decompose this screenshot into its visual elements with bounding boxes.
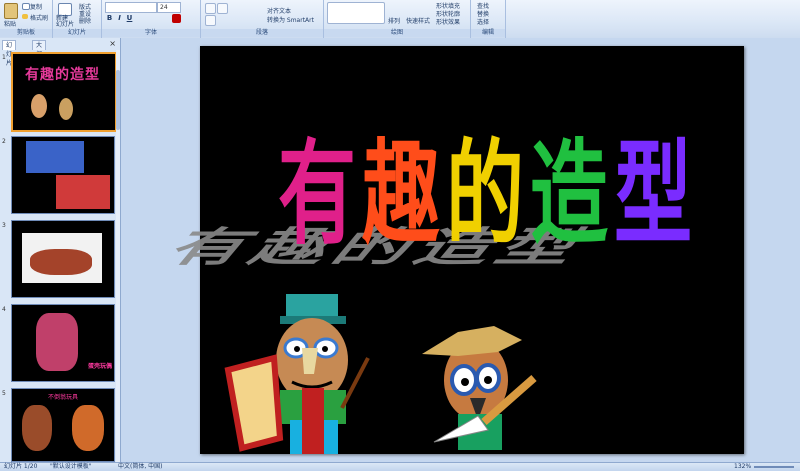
title-char: 的 <box>446 130 531 261</box>
thumbnail-caption: 蛋壳玩偶 <box>88 363 113 370</box>
ribbon-group-label: 字体 <box>102 29 200 37</box>
ribbon-group-label: 剪贴板 <box>0 29 52 37</box>
shape-effects-button[interactable]: 形状效果 <box>436 17 460 26</box>
title-char: 有 <box>278 130 363 261</box>
slide-canvas[interactable]: 有趣的造型 有趣的造型 <box>156 46 744 456</box>
slide-thumbnail-2[interactable] <box>11 136 115 214</box>
slide-thumbnail-3[interactable] <box>11 220 115 298</box>
title-char: 型 <box>614 130 699 261</box>
tab-slides[interactable]: 幻灯片 <box>2 40 17 67</box>
photo-image <box>22 405 52 451</box>
smartart-button[interactable]: 转换为 SmartArt <box>267 15 314 24</box>
slide-editor: 有趣的造型 有趣的造型 <box>121 38 800 462</box>
slide-number: 2 <box>2 138 6 145</box>
delete-button[interactable]: 删除 <box>79 16 91 25</box>
paste-button[interactable]: 粘贴 <box>4 19 16 28</box>
arrange-button[interactable]: 排列 <box>388 16 400 25</box>
slide-thumbnail-5[interactable]: 不倒翁玩具 <box>11 388 115 462</box>
quick-styles-button[interactable]: 快速样式 <box>406 16 430 25</box>
ribbon: 粘贴 复制 格式刷 剪贴板 新建 幻灯片 版式 重设 删除 幻灯片 24 B I… <box>0 0 800 39</box>
font-color-icon[interactable] <box>172 14 181 23</box>
thumbnail-scrollbar[interactable] <box>116 50 120 462</box>
bullets-icon[interactable] <box>205 3 216 14</box>
slide-number: 1 <box>2 54 6 61</box>
photo-image <box>56 175 110 209</box>
format-painter-icon <box>22 14 28 19</box>
slides-panel: 幻灯片 大纲 × 1 有趣的造型 2 3 4 蛋壳玩偶 5 不倒翁玩具 <box>0 38 121 462</box>
new-slide-button[interactable]: 新建 幻灯片 <box>56 16 74 28</box>
egg-figure-image <box>59 98 73 120</box>
thumbnail-title: 有趣的造型 <box>25 67 100 83</box>
slide-thumbnail-1[interactable]: 有趣的造型 <box>11 52 117 132</box>
ribbon-group-label: 幻灯片 <box>53 29 101 37</box>
ribbon-group-paragraph: 对齐文本 转换为 SmartArt 段落 <box>201 0 324 38</box>
ribbon-group-editing: 查找 替换 选择 编辑 <box>471 0 506 38</box>
paste-icon[interactable] <box>4 3 18 19</box>
bold-button[interactable]: B <box>105 14 114 23</box>
font-name-combo[interactable] <box>105 2 157 13</box>
ribbon-group-drawing: 排列 快速样式 形状填充 形状轮廓 形状效果 绘图 <box>324 0 471 38</box>
align-center-icon[interactable] <box>205 15 216 26</box>
ribbon-group-label: 编辑 <box>471 29 505 37</box>
photo-image <box>30 249 92 275</box>
egg-hat-figure-image[interactable] <box>418 322 548 452</box>
slide-number: 3 <box>2 222 6 229</box>
egg-knight-image[interactable] <box>222 288 382 456</box>
ribbon-group-slides: 新建 幻灯片 版式 重设 删除 幻灯片 <box>53 0 102 38</box>
copy-button[interactable]: 复制 <box>30 2 42 11</box>
format-painter-button[interactable]: 格式刷 <box>30 13 48 22</box>
slide-number: 5 <box>2 390 6 397</box>
egg-figure-image <box>31 94 47 118</box>
photo-image <box>26 141 84 173</box>
slide-title[interactable]: 有趣的造型 <box>278 104 698 266</box>
numbering-icon[interactable] <box>217 3 228 14</box>
ribbon-group-label: 绘图 <box>324 29 470 37</box>
font-size-combo[interactable]: 24 <box>157 2 181 13</box>
shapes-gallery-icon[interactable] <box>327 2 385 24</box>
text-align-button[interactable]: 对齐文本 <box>267 6 291 15</box>
ribbon-group-font: 24 B I U 字体 <box>102 0 201 38</box>
title-char: 趣 <box>362 130 447 261</box>
slide-number: 4 <box>2 306 6 313</box>
photo-image <box>36 313 78 371</box>
thumbnail-caption: 不倒翁玩具 <box>48 394 79 401</box>
close-icon[interactable]: × <box>109 39 116 48</box>
slide-thumbnail-4[interactable]: 蛋壳玩偶 <box>11 304 115 382</box>
italic-button[interactable]: I <box>115 14 124 23</box>
select-button[interactable]: 选择 <box>477 17 489 26</box>
ribbon-group-clipboard: 粘贴 复制 格式刷 剪贴板 <box>0 0 53 38</box>
copy-icon <box>22 3 30 10</box>
ribbon-group-label: 段落 <box>201 29 323 37</box>
underline-button[interactable]: U <box>125 14 134 23</box>
tab-outline[interactable]: 大纲 <box>32 40 47 58</box>
photo-image <box>72 405 104 451</box>
title-char: 造 <box>530 130 615 261</box>
zoom-slider[interactable] <box>754 466 794 468</box>
